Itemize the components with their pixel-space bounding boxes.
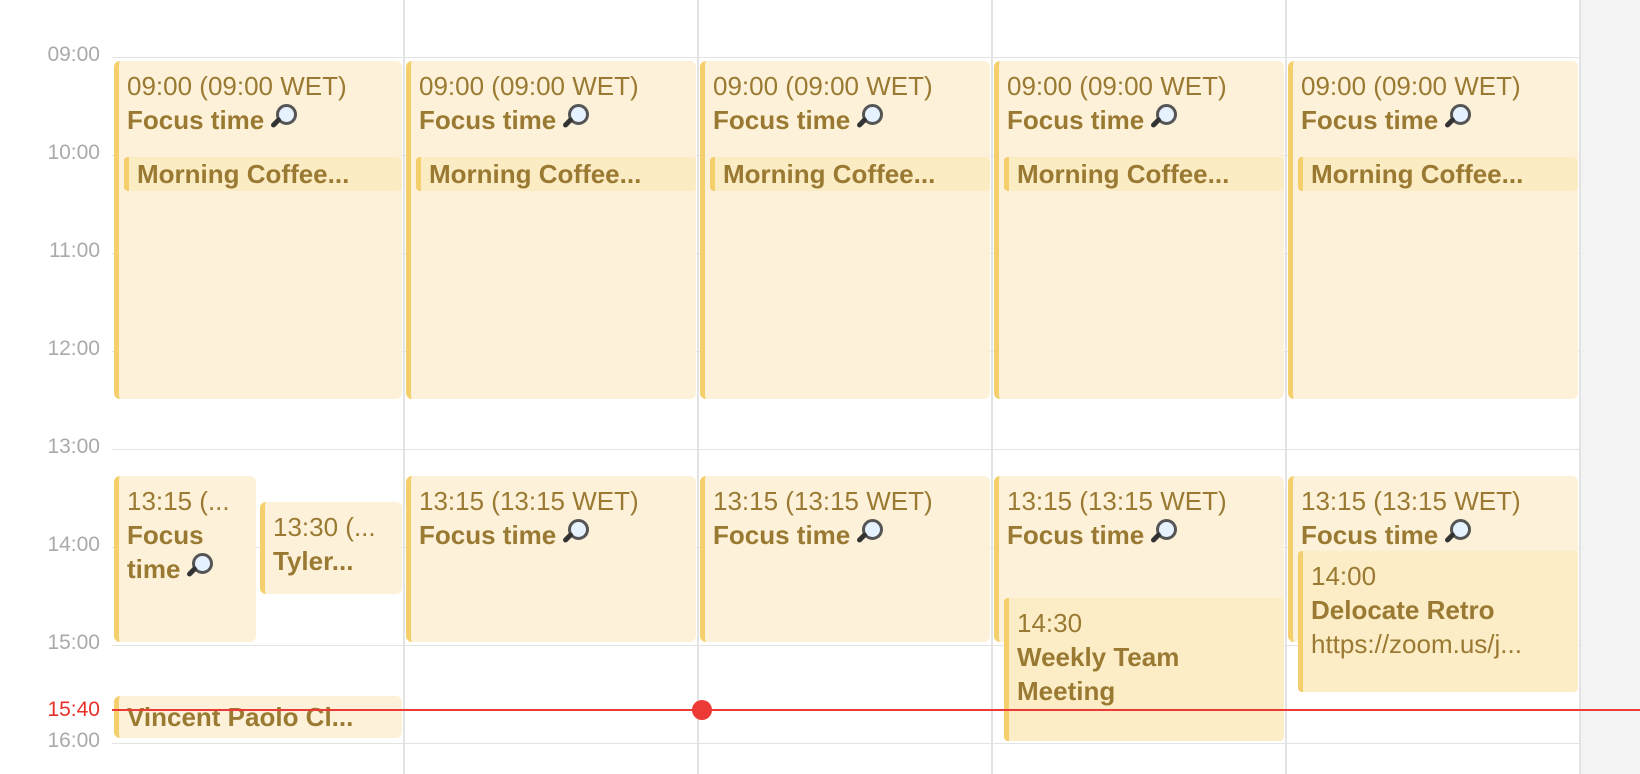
morning-coffee-event[interactable]: Morning Coffee... (416, 157, 696, 191)
event-time: 14:00 (1311, 561, 1377, 591)
event-title: Delocate Retro (1311, 595, 1495, 625)
current-time-line (112, 709, 1640, 711)
event-time: 13:15 (... (127, 486, 230, 516)
hour-label: 14:00 (47, 533, 100, 556)
event-title: Focus time (127, 518, 248, 586)
magnifying-glass-icon (854, 103, 884, 133)
event-time: 13:30 (... (273, 512, 376, 542)
event-title: Focus time (1301, 518, 1570, 552)
focus-time-event[interactable]: 13:15 (13:15 WET) Focus time (700, 476, 990, 642)
event-title-text: Focus time (1301, 520, 1439, 550)
weekend-column (1580, 0, 1640, 774)
magnifying-glass-icon (560, 103, 590, 133)
focus-time-event[interactable]: 09:00 (09:00 WET) Focus time (994, 61, 1284, 399)
event-title: Focus time (713, 518, 982, 552)
hour-line (112, 57, 1580, 58)
morning-coffee-event[interactable]: Morning Coffee... (1298, 157, 1578, 191)
event-title-text: Focus time (1007, 520, 1145, 550)
weekly-team-meeting-event[interactable]: 14:30 Weekly Team Meeting (1004, 598, 1284, 741)
hour-label: 11:00 (49, 239, 100, 262)
focus-time-event[interactable]: 09:00 (09:00 WET) Focus time (406, 61, 696, 399)
event-title: Focus time (713, 103, 982, 137)
morning-coffee-event[interactable]: Morning Coffee... (1004, 157, 1284, 191)
event-title-text: Focus time (1301, 105, 1439, 135)
current-time-label: 15:40 (47, 698, 100, 721)
hour-label: 13:00 (47, 435, 100, 458)
magnifying-glass-icon (1148, 103, 1178, 133)
hour-label: 09:00 (47, 43, 100, 66)
tyler-event[interactable]: 13:30 (... Tyler... (260, 502, 402, 594)
day-divider (403, 0, 405, 774)
event-time: 09:00 (09:00 WET) (127, 71, 347, 101)
focus-time-event[interactable]: 09:00 (09:00 WET) Focus time (700, 61, 990, 399)
event-title-text: Focus time (1007, 105, 1145, 135)
day-divider (1285, 0, 1287, 774)
event-time: 13:15 (13:15 WET) (419, 486, 639, 516)
event-title: Weekly Team Meeting (1017, 642, 1180, 706)
hour-label: 12:00 (47, 337, 100, 360)
event-time: 13:15 (13:15 WET) (1007, 486, 1227, 516)
event-title: Focus time (419, 103, 688, 137)
event-title: Tyler... (273, 546, 354, 576)
magnifying-glass-icon (184, 552, 214, 582)
calendar-week-view: 09:00 10:00 11:00 12:00 13:00 14:00 15:0… (0, 0, 1640, 774)
hour-label: 10:00 (47, 141, 100, 164)
day-divider (697, 0, 699, 774)
event-title-text: Focus time (713, 105, 851, 135)
delocate-retro-event[interactable]: 14:00 Delocate Retro https://zoom.us/j..… (1298, 551, 1578, 692)
event-time: 13:15 (13:15 WET) (713, 486, 933, 516)
event-time: 14:30 (1017, 608, 1083, 638)
magnifying-glass-icon (1148, 518, 1178, 548)
event-title-text: Focus time (713, 520, 851, 550)
event-link[interactable]: https://zoom.us/j... (1311, 627, 1570, 661)
event-title: Focus time (1007, 518, 1276, 552)
hour-line (112, 743, 1580, 744)
event-title: Focus time (127, 103, 394, 137)
morning-coffee-event[interactable]: Morning Coffee... (710, 157, 990, 191)
event-time: 09:00 (09:00 WET) (713, 71, 933, 101)
hour-line (112, 449, 1580, 450)
event-title: Focus time (1007, 103, 1276, 137)
event-time: 09:00 (09:00 WET) (1007, 71, 1227, 101)
magnifying-glass-icon (268, 103, 298, 133)
magnifying-glass-icon (1442, 103, 1472, 133)
focus-time-event[interactable]: 13:15 (... Focus time (114, 476, 256, 642)
focus-time-event[interactable]: 13:15 (13:15 WET) Focus time (406, 476, 696, 642)
event-time: 13:15 (13:15 WET) (1301, 486, 1521, 516)
event-time: 09:00 (09:00 WET) (1301, 71, 1521, 101)
focus-time-event[interactable]: 09:00 (09:00 WET) Focus time (1288, 61, 1578, 399)
event-title: Vincent Paolo Cl... (127, 702, 354, 732)
event-title-text: Focus time (419, 105, 557, 135)
day-divider (1579, 0, 1581, 774)
event-title: Focus time (1301, 103, 1570, 137)
event-title-text: Focus time (127, 105, 265, 135)
magnifying-glass-icon (1442, 518, 1472, 548)
morning-coffee-event[interactable]: Morning Coffee... (124, 157, 402, 191)
hour-label: 15:00 (47, 631, 100, 654)
event-title: Focus time (419, 518, 688, 552)
focus-time-event[interactable]: 09:00 (09:00 WET) Focus time (114, 61, 402, 399)
event-title-text: Focus time (419, 520, 557, 550)
magnifying-glass-icon (854, 518, 884, 548)
event-time: 09:00 (09:00 WET) (419, 71, 639, 101)
magnifying-glass-icon (560, 518, 590, 548)
vincent-event[interactable]: Vincent Paolo Cl... (114, 696, 402, 738)
day-divider (991, 0, 993, 774)
hour-label: 16:00 (47, 729, 100, 752)
current-time-dot (692, 700, 712, 720)
